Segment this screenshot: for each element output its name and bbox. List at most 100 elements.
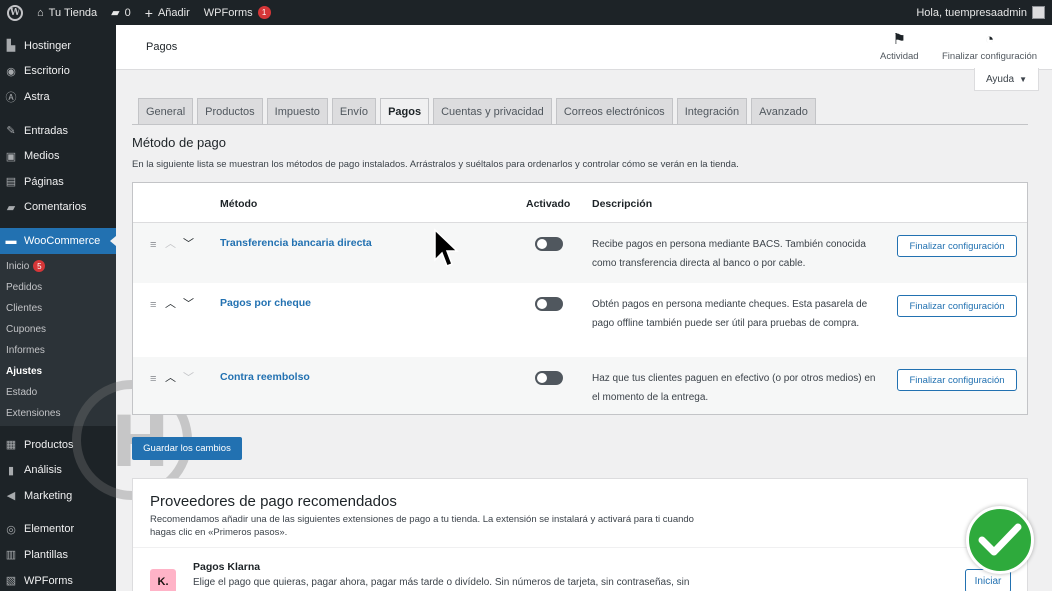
tab-cuentas-privacidad[interactable]: Cuentas y privacidad xyxy=(433,98,552,124)
finish-setup-method-button[interactable]: Finalizar configuración xyxy=(897,295,1017,317)
finish-setup-label: Finalizar configuración xyxy=(942,51,1038,62)
submenu-label: Cupones xyxy=(6,323,47,335)
submenu-label: Extensiones xyxy=(6,407,61,419)
tab-impuesto[interactable]: Impuesto xyxy=(266,98,328,124)
submenu-item-pedidos[interactable]: Pedidos xyxy=(0,277,116,298)
sidebar-label: Comentarios xyxy=(24,201,87,214)
tab-avanzado[interactable]: Avanzado xyxy=(751,98,816,124)
submenu-item-informes[interactable]: Informes xyxy=(0,340,116,361)
submenu-label: Inicio xyxy=(6,260,30,272)
woocommerce-icon: ▬ xyxy=(5,234,17,247)
admin-sidebar: ▙ Hostinger ◉ Escritorio Ⓐ Astra ✎ Entradas … xyxy=(0,25,116,591)
tab-correos[interactable]: Correos electrónicos xyxy=(555,98,673,124)
save-changes-button[interactable]: Guardar los cambios xyxy=(132,437,242,460)
wpforms-menu[interactable]: WPForms 1 xyxy=(197,0,278,25)
sidebar-label: Entradas xyxy=(24,124,69,137)
tab-integracion[interactable]: Integración xyxy=(676,98,748,124)
enable-toggle[interactable] xyxy=(535,371,563,385)
plus-icon: + xyxy=(144,4,153,21)
sidebar-item-paginas[interactable]: ▤ Páginas xyxy=(0,169,116,195)
submenu-item-cupones[interactable]: Cupones xyxy=(0,319,116,340)
account-menu[interactable]: Hola, tuempresaadmin xyxy=(909,0,1052,25)
tab-general[interactable]: General xyxy=(138,98,194,124)
wp-logo-menu[interactable]: W xyxy=(0,0,30,25)
sidebar-label: WPForms xyxy=(24,574,73,587)
finish-setup-button[interactable]: ◔ Finalizar configuración xyxy=(942,31,1037,62)
submenu-label: Informes xyxy=(6,344,45,356)
activity-button[interactable]: ⚑ Actividad xyxy=(880,31,919,62)
add-new-menu[interactable]: + Añadir xyxy=(138,0,197,25)
finish-setup-method-button[interactable]: Finalizar configuración xyxy=(897,369,1017,391)
submenu-label: Estado xyxy=(6,386,38,398)
recommended-providers-panel: Proveedores de pago recomendados Recomen… xyxy=(132,478,1028,591)
move-up-icon[interactable]: ︿ xyxy=(165,235,176,251)
move-down-icon[interactable]: ﹀ xyxy=(183,235,194,251)
drag-handle-icon[interactable]: ≡ xyxy=(150,373,156,385)
submenu-item-inicio[interactable]: Inicio 5 xyxy=(0,256,116,277)
sidebar-item-woocommerce[interactable]: ▬ WooCommerce xyxy=(0,228,116,254)
sidebar-item-marketing[interactable]: ◀ Marketing xyxy=(0,483,116,509)
sidebar-item-elementor[interactable]: ◎ Elementor xyxy=(0,517,116,543)
inicio-badge: 5 xyxy=(33,260,46,273)
submenu-item-estado[interactable]: Estado xyxy=(0,382,116,403)
drag-handle-icon[interactable]: ≡ xyxy=(150,299,156,311)
sidebar-label: Escritorio xyxy=(24,65,70,78)
marketing-icon: ◀ xyxy=(6,490,16,503)
green-check-icon xyxy=(966,506,1034,574)
wpforms-icon: ▧ xyxy=(5,575,17,588)
comments-count: 0 xyxy=(124,6,131,19)
move-down-icon[interactable]: ﹀ xyxy=(183,295,194,311)
site-name-menu[interactable]: ⌂ Tu Tienda xyxy=(30,0,104,25)
column-header-enabled: Activado xyxy=(526,198,571,210)
method-name-link[interactable]: Transferencia bancaria directa xyxy=(220,237,372,249)
wpforms-label: WPForms xyxy=(203,6,253,19)
site-name: Tu Tienda xyxy=(48,6,98,19)
section-title: Método de pago xyxy=(132,135,226,150)
method-name-link[interactable]: Pagos por cheque xyxy=(220,297,311,309)
mouse-cursor-icon xyxy=(434,228,459,267)
sidebar-item-medios[interactable]: ▣ Medios xyxy=(0,143,116,169)
sidebar-item-plantillas[interactable]: ▥ Plantillas xyxy=(0,542,116,568)
templates-icon: ▥ xyxy=(5,549,17,562)
sidebar-item-hostinger[interactable]: ▙ Hostinger xyxy=(0,33,116,59)
page-title: Pagos xyxy=(146,41,178,53)
enable-toggle[interactable] xyxy=(535,297,563,311)
sidebar-label: Análisis xyxy=(24,464,62,477)
enable-toggle[interactable] xyxy=(535,237,563,251)
tab-productos[interactable]: Productos xyxy=(197,98,263,124)
submenu-item-ajustes[interactable]: Ajustes xyxy=(0,361,116,382)
sidebar-label: Páginas xyxy=(24,175,64,188)
submenu-item-extensiones[interactable]: Extensiones xyxy=(0,403,116,424)
tab-divider xyxy=(132,124,1028,125)
pin-icon: ✎ xyxy=(6,125,16,138)
table-row: ≡ ︿ ﹀ Transferencia bancaria directa Rec… xyxy=(133,223,1027,283)
sidebar-item-entradas[interactable]: ✎ Entradas xyxy=(0,118,116,144)
tab-pagos[interactable]: Pagos xyxy=(380,98,430,124)
sidebar-item-escritorio[interactable]: ◉ Escritorio xyxy=(0,59,116,85)
hostinger-icon: ▙ xyxy=(6,40,16,53)
help-label: Ayuda xyxy=(985,73,1015,85)
sidebar-label: Productos xyxy=(24,438,74,451)
sidebar-item-comentarios[interactable]: ▰ Comentarios xyxy=(0,195,116,221)
column-header-description: Descripción xyxy=(592,198,653,210)
submenu-label: Clientes xyxy=(6,302,43,314)
sidebar-item-productos[interactable]: ▦ Productos xyxy=(0,432,116,458)
sidebar-item-analisis[interactable]: ▮ Análisis xyxy=(0,457,116,483)
help-button[interactable]: Ayuda ▼ xyxy=(974,68,1039,91)
tab-envio[interactable]: Envío xyxy=(331,98,377,124)
method-name-link[interactable]: Contra reembolso xyxy=(220,371,310,383)
sidebar-item-wpforms[interactable]: ▧ WPForms xyxy=(0,568,116,591)
move-up-icon[interactable]: ︿ xyxy=(165,369,176,385)
move-up-icon[interactable]: ︿ xyxy=(165,295,176,311)
sidebar-label: Hostinger xyxy=(24,39,72,52)
sidebar-label: Elementor xyxy=(24,523,75,536)
sidebar-item-astra[interactable]: Ⓐ Astra xyxy=(0,84,116,110)
finish-setup-method-button[interactable]: Finalizar configuración xyxy=(897,235,1017,257)
drag-handle-icon[interactable]: ≡ xyxy=(150,239,156,251)
comments-menu[interactable]: ▰ 0 xyxy=(104,0,138,25)
move-down-icon[interactable]: ﹀ xyxy=(183,369,194,385)
checkmark-icon xyxy=(978,523,1022,556)
submenu-item-clientes[interactable]: Clientes xyxy=(0,298,116,319)
method-description: Haz que tus clientes paguen en efectivo … xyxy=(592,373,876,403)
toggle-knob xyxy=(537,239,547,249)
